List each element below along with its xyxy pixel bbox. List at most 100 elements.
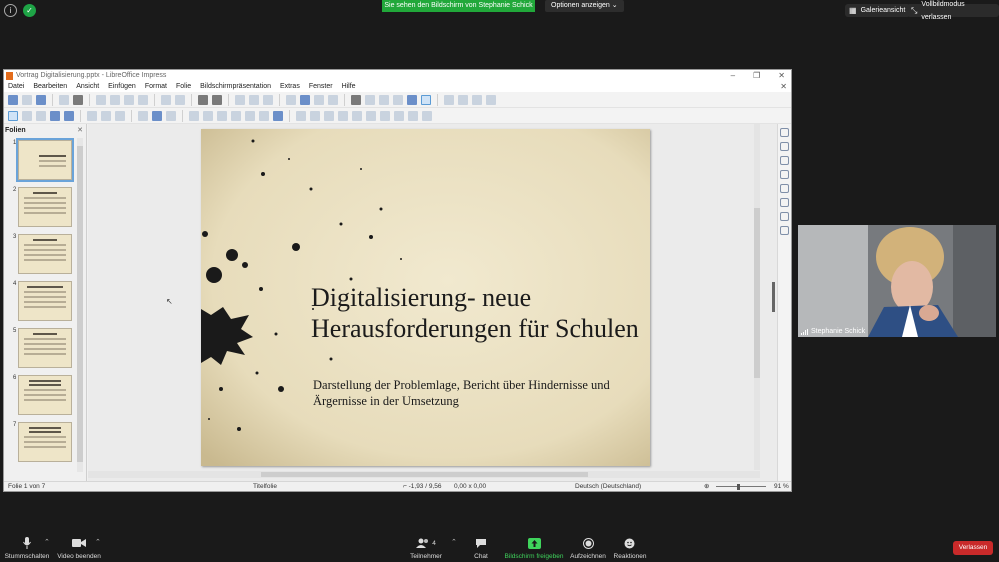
gallery-view-button[interactable]: ▦ Galerieansicht [845, 4, 911, 17]
slide-thumbnail[interactable] [18, 234, 72, 274]
slide-layout-icon[interactable] [486, 94, 496, 105]
special-character-icon[interactable] [365, 94, 375, 105]
helplines-icon[interactable] [249, 94, 259, 105]
menu-hilfe[interactable]: Hilfe [342, 82, 356, 92]
animation-icon[interactable] [780, 170, 789, 179]
line-tool-icon[interactable] [87, 110, 97, 121]
horizontal-scrollbar[interactable] [88, 471, 760, 478]
rotate-icon[interactable] [296, 110, 306, 121]
language-status[interactable]: Deutsch (Deutschland) [575, 482, 641, 492]
close-icon[interactable]: ✕ [778, 70, 785, 82]
menu-ansicht[interactable]: Ansicht [76, 82, 99, 92]
exit-fullscreen-button[interactable]: ⤡ Vollbildmodus verlassen [907, 1, 999, 21]
insert-textbox-icon[interactable] [351, 94, 361, 105]
slide-thumbnail-row[interactable]: 6 [4, 373, 78, 417]
menu-fenster[interactable]: Fenster [309, 82, 333, 92]
audio-options-caret[interactable]: ⌃ [44, 538, 50, 546]
menu-extras[interactable]: Extras [280, 82, 300, 92]
insert-media-icon[interactable] [314, 94, 324, 105]
save-icon[interactable] [36, 94, 46, 105]
slide-thumbnail[interactable] [18, 375, 72, 415]
participants-options-caret[interactable]: ⌃ [451, 538, 457, 546]
open-icon[interactable] [22, 94, 32, 105]
participant-video[interactable]: Stephanie Schick [798, 225, 996, 337]
delete-slide-icon[interactable] [472, 94, 482, 105]
basic-shapes-icon[interactable] [189, 110, 199, 121]
insert-image-icon[interactable] [300, 94, 310, 105]
insert-table-icon[interactable] [286, 94, 296, 105]
fontwork-icon[interactable] [379, 94, 389, 105]
sidebar-collapse-handle[interactable] [772, 282, 775, 312]
curves-icon[interactable] [152, 110, 162, 121]
slide-canvas[interactable]: Digitalisierung- neue Herausforderungen … [201, 129, 650, 466]
chat-button[interactable]: Chat [470, 537, 492, 560]
master-slides-icon[interactable] [780, 184, 789, 193]
align-objects-icon[interactable] [310, 110, 320, 121]
participants-button[interactable]: 4 Teilnehmer [406, 537, 446, 560]
menu-folie[interactable]: Folie [176, 82, 191, 92]
paste-icon[interactable] [124, 94, 134, 105]
leave-meeting-button[interactable]: Verlassen [953, 541, 993, 555]
info-icon[interactable]: i [4, 4, 17, 17]
slide-thumbnail-row[interactable]: 5 [4, 326, 78, 370]
fit-slide-icon[interactable]: ⊕ [704, 482, 709, 492]
scrollbar-thumb[interactable] [261, 472, 588, 477]
slide-title[interactable]: Digitalisierung- neue Herausforderungen … [311, 282, 641, 344]
slide-thumbnail[interactable] [18, 187, 72, 227]
shadow-icon[interactable] [352, 110, 362, 121]
slide-thumbnail-row[interactable]: 2 [4, 185, 78, 229]
callouts-icon[interactable] [245, 110, 255, 121]
slide-thumbnail-row[interactable]: 1 [4, 138, 78, 182]
connectors-icon[interactable] [166, 110, 176, 121]
record-button[interactable]: Aufzeichnen [570, 537, 606, 560]
ellipse-icon[interactable] [115, 110, 125, 121]
grid-display-icon[interactable] [235, 94, 245, 105]
toggle-extrusion-icon[interactable] [422, 110, 432, 121]
block-arrows-icon[interactable] [217, 110, 227, 121]
clone-formatting-icon[interactable] [138, 94, 148, 105]
styles-icon[interactable] [780, 198, 789, 207]
gallery-icon[interactable] [780, 212, 789, 221]
redo-icon[interactable] [175, 94, 185, 105]
glue-points-icon[interactable] [408, 110, 418, 121]
properties-icon[interactable] [780, 142, 789, 151]
vertical-scrollbar[interactable] [754, 124, 760, 470]
undo-icon[interactable] [161, 94, 171, 105]
view-options-button[interactable]: Optionen anzeigen ⌄ [545, 0, 624, 12]
stars-icon[interactable] [259, 110, 269, 121]
maximize-icon[interactable]: ❐ [753, 70, 760, 82]
menu-format[interactable]: Format [145, 82, 167, 92]
master-slide-icon[interactable] [444, 94, 454, 105]
menu-bearbeiten[interactable]: Bearbeiten [33, 82, 67, 92]
arrange-icon[interactable] [324, 110, 334, 121]
fill-color-icon[interactable] [64, 110, 74, 121]
copy-icon[interactable] [110, 94, 120, 105]
menu-einfuegen[interactable]: Einfügen [108, 82, 136, 92]
reactions-button[interactable]: Reaktionen [613, 537, 647, 560]
distribute-icon[interactable] [338, 110, 348, 121]
filter-icon[interactable] [380, 110, 390, 121]
slides-pane-scrollbar[interactable] [77, 138, 83, 472]
find-replace-icon[interactable] [198, 94, 208, 105]
zoom-slider[interactable] [716, 486, 766, 487]
close-document-icon[interactable]: ✕ [780, 82, 787, 92]
video-options-caret[interactable]: ⌃ [95, 538, 101, 546]
close-pane-icon[interactable]: ✕ [77, 126, 83, 134]
hyperlink-icon[interactable] [393, 94, 403, 105]
slide-thumbnail[interactable] [18, 328, 72, 368]
slide-thumbnail[interactable] [16, 138, 74, 182]
zoom-icon[interactable] [263, 94, 273, 105]
shield-icon[interactable]: ✓ [23, 4, 36, 17]
new-document-icon[interactable] [8, 94, 18, 105]
insert-chart-icon[interactable] [328, 94, 338, 105]
symbol-shapes-icon[interactable] [203, 110, 213, 121]
menu-bildschirmpraesentation[interactable]: Bildschirmpräsentation [200, 82, 271, 92]
slide-edit-area[interactable]: Digitalisierung- neue Herausforderungen … [88, 124, 778, 481]
3d-objects-icon[interactable] [273, 110, 283, 121]
menu-datei[interactable]: Datei [8, 82, 24, 92]
zoom-pan-icon[interactable] [22, 110, 32, 121]
slide-thumbnail[interactable] [18, 281, 72, 321]
rectangle-icon[interactable] [101, 110, 111, 121]
spelling-icon[interactable] [212, 94, 222, 105]
new-slide-icon[interactable] [458, 94, 468, 105]
